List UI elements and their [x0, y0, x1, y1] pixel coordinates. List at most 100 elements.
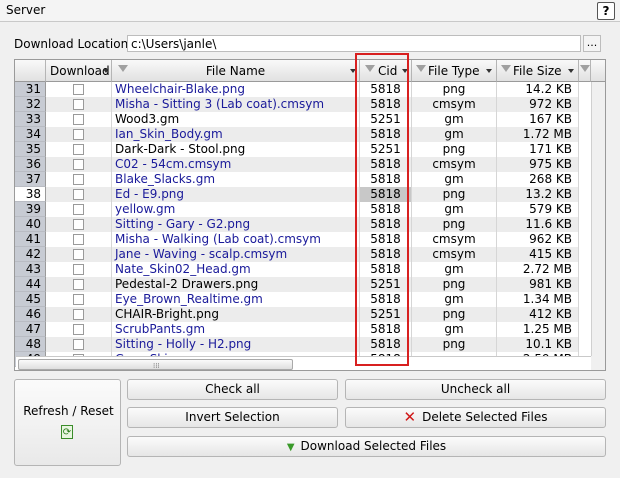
table-row[interactable]: 36 C02 - 54cm.cmsym 5818 cmsym 975 KB — [15, 157, 605, 172]
file-type-cell[interactable]: png — [412, 307, 497, 322]
download-checkbox[interactable] — [73, 159, 84, 170]
download-checkbox[interactable] — [73, 84, 84, 95]
download-checkbox[interactable] — [73, 189, 84, 200]
file-size-cell[interactable]: 14.2 KB — [497, 82, 579, 97]
cid-cell[interactable]: 5251 — [360, 142, 412, 157]
cid-cell[interactable]: 5818 — [360, 82, 412, 97]
cid-cell[interactable]: 5818 — [360, 202, 412, 217]
table-row[interactable]: 37 Blake_Slacks.gm 5818 gm 268 KB — [15, 172, 605, 187]
cid-cell[interactable]: 5818 — [360, 322, 412, 337]
table-row[interactable]: 43 Nate_Skin02_Head.gm 5818 gm 2.72 MB — [15, 262, 605, 277]
download-checkbox-cell[interactable] — [46, 277, 112, 292]
cid-cell[interactable]: 5818 — [360, 262, 412, 277]
row-number[interactable]: 34 — [15, 127, 46, 142]
download-checkbox-cell[interactable] — [46, 217, 112, 232]
file-size-cell[interactable]: 171 KB — [497, 142, 579, 157]
download-checkbox-cell[interactable] — [46, 232, 112, 247]
file-size-cell[interactable]: 962 KB — [497, 232, 579, 247]
cid-cell[interactable]: 5251 — [360, 112, 412, 127]
file-name-cell[interactable]: Dark-Dark - Stool.png — [112, 142, 360, 157]
cid-cell[interactable]: 5818 — [360, 337, 412, 352]
file-name-cell[interactable]: yellow.gm — [112, 202, 360, 217]
download-checkbox-cell[interactable] — [46, 262, 112, 277]
row-number[interactable]: 31 — [15, 82, 46, 97]
file-size-cell[interactable]: 415 KB — [497, 247, 579, 262]
file-name-cell[interactable]: Ian_Skin_Body.gm — [112, 127, 360, 142]
file-type-cell[interactable]: gm — [412, 172, 497, 187]
row-number[interactable]: 45 — [15, 292, 46, 307]
file-type-cell[interactable]: png — [412, 277, 497, 292]
row-number[interactable]: 46 — [15, 307, 46, 322]
download-checkbox-cell[interactable] — [46, 127, 112, 142]
row-number[interactable]: 35 — [15, 142, 46, 157]
download-checkbox-cell[interactable] — [46, 97, 112, 112]
download-selected-files-button[interactable]: ▼ Download Selected Files — [127, 436, 606, 457]
table-row[interactable]: 45 Eye_Brown_Realtime.gm 5818 gm 1.34 MB — [15, 292, 605, 307]
file-type-cell[interactable]: png — [412, 142, 497, 157]
row-number[interactable]: 36 — [15, 157, 46, 172]
file-type-cell[interactable]: gm — [412, 127, 497, 142]
row-number[interactable]: 39 — [15, 202, 46, 217]
table-row[interactable]: 46 CHAIR-Bright.png 5251 png 412 KB — [15, 307, 605, 322]
file-type-cell[interactable]: png — [412, 187, 497, 202]
row-number[interactable]: 44 — [15, 277, 46, 292]
file-size-cell[interactable]: 579 KB — [497, 202, 579, 217]
file-size-cell[interactable]: 2.72 MB — [497, 262, 579, 277]
file-name-cell[interactable]: ScrubPants.gm — [112, 322, 360, 337]
file-name-cell[interactable]: Ed - E9.png — [112, 187, 360, 202]
download-checkbox-cell[interactable] — [46, 247, 112, 262]
file-type-cell[interactable]: cmsym — [412, 247, 497, 262]
table-row[interactable]: 40 Sitting - Gary - G2.png 5818 png 11.6 KB — [15, 217, 605, 232]
file-type-cell[interactable]: cmsym — [412, 97, 497, 112]
download-checkbox[interactable] — [73, 99, 84, 110]
download-checkbox[interactable] — [73, 174, 84, 185]
download-checkbox[interactable] — [73, 279, 84, 290]
download-checkbox-cell[interactable] — [46, 112, 112, 127]
download-checkbox-cell[interactable] — [46, 337, 112, 352]
download-checkbox[interactable] — [73, 294, 84, 305]
help-button[interactable]: ? — [597, 2, 615, 20]
funnel-icon[interactable] — [365, 65, 375, 72]
uncheck-all-button[interactable]: Uncheck all — [345, 379, 606, 400]
file-type-cell[interactable]: png — [412, 217, 497, 232]
file-size-cell[interactable]: 11.6 KB — [497, 217, 579, 232]
column-header-download[interactable]: Download — [46, 60, 112, 82]
file-size-cell[interactable]: 268 KB — [497, 172, 579, 187]
table-row[interactable]: 35 Dark-Dark - Stool.png 5251 png 171 KB — [15, 142, 605, 157]
file-name-cell[interactable]: Eye_Brown_Realtime.gm — [112, 292, 360, 307]
row-number[interactable]: 43 — [15, 262, 46, 277]
table-row[interactable]: 44 Pedestal-2 Drawers.png 5251 png 981 KB — [15, 277, 605, 292]
download-checkbox-cell[interactable] — [46, 292, 112, 307]
file-size-cell[interactable]: 412 KB — [497, 307, 579, 322]
file-type-cell[interactable]: gm — [412, 322, 497, 337]
download-checkbox[interactable] — [73, 309, 84, 320]
file-name-cell[interactable]: Wheelchair-Blake.png — [112, 82, 360, 97]
file-size-cell[interactable]: 13.2 KB — [497, 187, 579, 202]
download-checkbox-cell[interactable] — [46, 322, 112, 337]
table-row[interactable]: 41 Misha - Walking (Lab coat).cmsym 5818 cm… — [15, 232, 605, 247]
file-name-cell[interactable]: Blake_Slacks.gm — [112, 172, 360, 187]
cid-cell[interactable]: 5251 — [360, 277, 412, 292]
cid-cell[interactable]: 5251 — [360, 307, 412, 322]
browse-button[interactable]: ... — [583, 35, 601, 52]
cid-cell[interactable]: 5818 — [360, 292, 412, 307]
download-checkbox-cell[interactable] — [46, 82, 112, 97]
file-size-cell[interactable]: 10.1 KB — [497, 337, 579, 352]
file-size-cell[interactable]: 981 KB — [497, 277, 579, 292]
row-number[interactable]: 38 — [15, 187, 46, 202]
cid-cell[interactable]: 5818 — [360, 217, 412, 232]
file-type-cell[interactable]: png — [412, 337, 497, 352]
column-header-file-type[interactable]: File Type — [412, 60, 497, 82]
funnel-icon[interactable] — [118, 65, 128, 72]
file-type-cell[interactable]: cmsym — [412, 232, 497, 247]
file-type-cell[interactable]: png — [412, 82, 497, 97]
column-header-cid[interactable]: Cid — [360, 60, 412, 82]
cid-cell[interactable]: 5818 — [360, 232, 412, 247]
file-name-cell[interactable]: Wood3.gm — [112, 112, 360, 127]
file-size-cell[interactable]: 1.25 MB — [497, 322, 579, 337]
file-name-cell[interactable]: C02 - 54cm.cmsym — [112, 157, 360, 172]
check-all-button[interactable]: Check all — [127, 379, 338, 400]
row-number[interactable]: 42 — [15, 247, 46, 262]
cid-cell[interactable]: 5818 — [360, 97, 412, 112]
horizontal-scrollbar-thumb[interactable]: ⁞⁞⁞ — [18, 359, 293, 370]
